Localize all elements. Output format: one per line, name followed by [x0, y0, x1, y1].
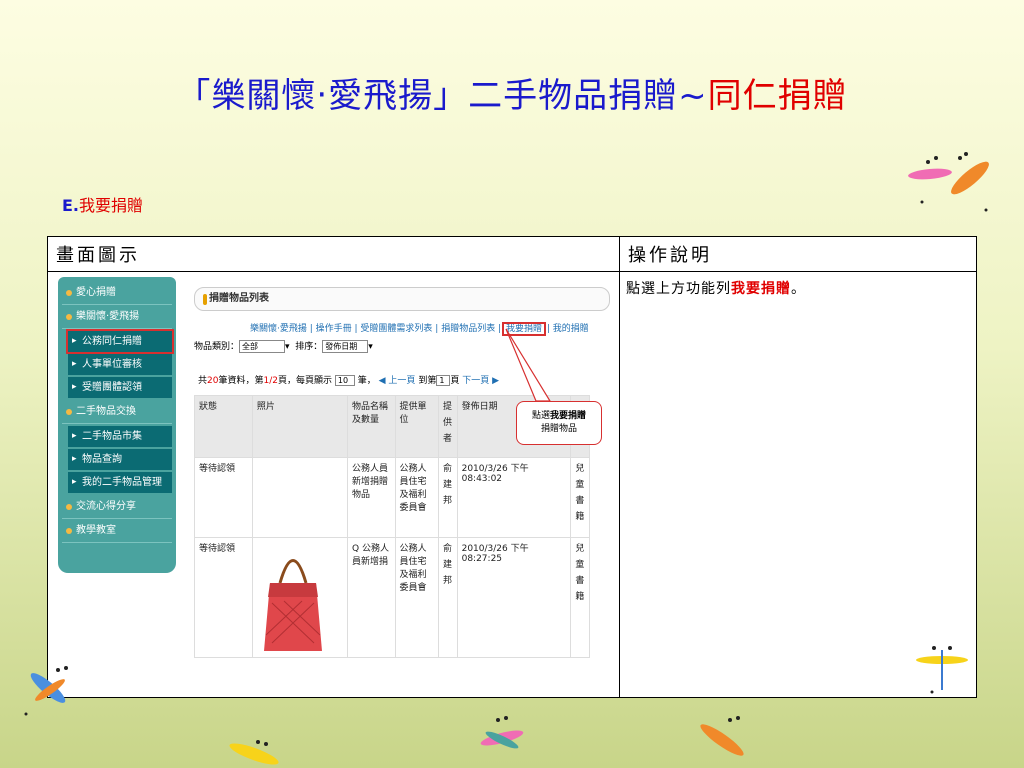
- nav-link[interactable]: 捐贈物品列表: [441, 324, 495, 334]
- sidebar-item[interactable]: 交流心得分享: [62, 495, 172, 519]
- row-category: 兒童書籍: [570, 457, 590, 538]
- nav-link[interactable]: 操作手冊: [316, 324, 352, 334]
- col-provider: 提供者: [437, 395, 458, 458]
- dragonfly-icon: [700, 716, 744, 756]
- next-page-link[interactable]: 下一頁 ▶: [462, 376, 499, 386]
- prev-page-link[interactable]: ◀ 上一頁: [379, 376, 416, 386]
- row-photo: [251, 457, 349, 538]
- dragonfly-icon: [908, 152, 989, 212]
- section-subtitle: E.我要捐贈: [62, 192, 143, 216]
- sidebar-item[interactable]: 教學教室: [62, 519, 172, 543]
- sidebar-item[interactable]: 愛心捐贈: [62, 281, 172, 305]
- sidebar-item[interactable]: 我的二手物品管理: [68, 472, 172, 493]
- pager-text: 共: [198, 376, 208, 386]
- dragonfly-icon: [24, 666, 68, 716]
- pager-text: 到第: [418, 376, 437, 386]
- col-header-instructions: 操作說明: [619, 236, 977, 272]
- callout-text: 捐贈物品: [540, 424, 577, 434]
- row-provider: 俞建邦: [437, 537, 458, 658]
- subtitle-prefix: E.: [62, 196, 80, 215]
- title-highlight: 同仁捐贈: [707, 76, 848, 116]
- col-header-screen: 畫面圖示: [47, 236, 620, 272]
- row-unit: 公務人員住宅及福利委員會: [394, 457, 439, 538]
- pager-text: 頁: [450, 376, 460, 386]
- row-category: 兒童書籍: [570, 537, 590, 658]
- handbag-photo: [264, 559, 322, 651]
- dragonfly-icon: [916, 646, 968, 694]
- col-name: 物品名稱及數量: [347, 395, 396, 458]
- table-row: 等待認領 Q 公務人員新增捐 公務人員住宅及福利委員會 俞建邦 2010/3/2…: [194, 537, 590, 658]
- sidebar-item[interactable]: 樂關懷‧愛飛揚: [62, 305, 172, 329]
- sidebar-item-selected[interactable]: 公務同仁捐贈: [66, 329, 174, 354]
- sidebar-item[interactable]: 物品查詢: [68, 449, 172, 470]
- instruction-text: 。: [791, 281, 806, 297]
- instruction-cell: 點選上方功能列我要捐贈。: [619, 271, 977, 698]
- row-status: 等待認領: [194, 537, 253, 658]
- sidebar-item[interactable]: 二手物品市集: [68, 426, 172, 447]
- filter-bar: 物品類別： 全部 ▾ 排序： 發佈日期 ▾: [194, 340, 373, 353]
- per-page-select[interactable]: 10: [334, 375, 355, 386]
- row-date: 2010/3/26 下午 08:43:02: [456, 457, 572, 538]
- callout-emphasis: 我要捐贈: [550, 411, 587, 421]
- callout-text: 點選: [531, 411, 550, 421]
- category-select[interactable]: 全部: [239, 340, 286, 353]
- dragonfly-icon: [229, 740, 279, 765]
- sidebar-item[interactable]: 二手物品交換: [62, 400, 172, 424]
- pager-text: 筆資料，第: [218, 376, 264, 386]
- instruction-text: 點選上方功能列: [626, 281, 731, 297]
- col-unit: 提供單位: [394, 395, 439, 458]
- row-provider: 俞建邦: [437, 457, 458, 538]
- sidebar-menu: 愛心捐贈 樂關懷‧愛飛揚 公務同仁捐贈 人事單位審核 受贈團體認領 二手物品交換…: [58, 277, 176, 573]
- callout-bubble: 點選我要捐贈 捐贈物品: [516, 401, 602, 445]
- list-header: 捐贈物品列表: [194, 287, 610, 311]
- pager-text: 頁，每頁顯示: [277, 376, 332, 386]
- pager-total: 20: [207, 376, 219, 386]
- sort-label: 排序：: [295, 342, 323, 352]
- row-status: 等待認領: [194, 457, 253, 538]
- next-label: 下一頁: [462, 376, 490, 386]
- content-pane: 捐贈物品列表 樂關懷‧愛飛揚 | 操作手冊 | 受贈團體需求列表 | 捐贈物品列…: [190, 277, 618, 667]
- prev-label: 上一頁: [388, 376, 416, 386]
- goto-page-select[interactable]: 1: [436, 375, 451, 386]
- instruction-table: 畫面圖示 操作說明 愛心捐贈 樂關懷‧愛飛揚 公務同仁捐贈 人事單位審核 受贈團…: [47, 236, 977, 698]
- pagination: 共20筆資料，第1/2頁，每頁顯示 10 筆， ◀ 上一頁 到第 1 頁 下一頁 ▶: [198, 373, 499, 386]
- row-unit: 公務人員住宅及福利委員會: [394, 537, 439, 658]
- sidebar-item[interactable]: 人事單位審核: [68, 354, 172, 375]
- screenshot-cell: 愛心捐贈 樂關懷‧愛飛揚 公務同仁捐贈 人事單位審核 受贈團體認領 二手物品交換…: [47, 271, 620, 698]
- sidebar-item[interactable]: 受贈團體認領: [68, 377, 172, 398]
- sort-select[interactable]: 發佈日期: [322, 340, 369, 353]
- row-name-link[interactable]: Q 公務人員新增捐: [347, 537, 396, 658]
- category-label: 物品類別：: [194, 342, 240, 352]
- embedded-screenshot: 愛心捐贈 樂關懷‧愛飛揚 公務同仁捐贈 人事單位審核 受贈團體認領 二手物品交換…: [58, 277, 618, 667]
- callout-pointer: [505, 328, 552, 402]
- nav-link[interactable]: 受贈團體需求列表: [360, 324, 432, 334]
- title-main: 「樂關懷‧愛飛揚」二手物品捐贈~: [176, 76, 708, 116]
- col-photo: 照片: [251, 395, 349, 458]
- table-row: 等待認領 公務人員新增捐贈物品 公務人員住宅及福利委員會 俞建邦 2010/3/…: [194, 457, 590, 538]
- instruction-emphasis: 我要捐贈: [731, 281, 791, 297]
- slide-title: 「樂關懷‧愛飛揚」二手物品捐贈~同仁捐贈: [0, 74, 1024, 118]
- nav-link[interactable]: 樂關懷‧愛飛揚: [250, 324, 307, 334]
- subtitle-text: 我要捐贈: [79, 196, 144, 215]
- col-status: 狀態: [194, 395, 253, 458]
- row-name-link[interactable]: 公務人員新增捐贈物品: [347, 457, 396, 538]
- pager-text: 筆，: [357, 376, 376, 386]
- row-date: 2010/3/26 下午 08:27:25: [456, 537, 572, 658]
- dragonfly-icon: [480, 716, 524, 749]
- pager-page: 1/2: [263, 376, 278, 386]
